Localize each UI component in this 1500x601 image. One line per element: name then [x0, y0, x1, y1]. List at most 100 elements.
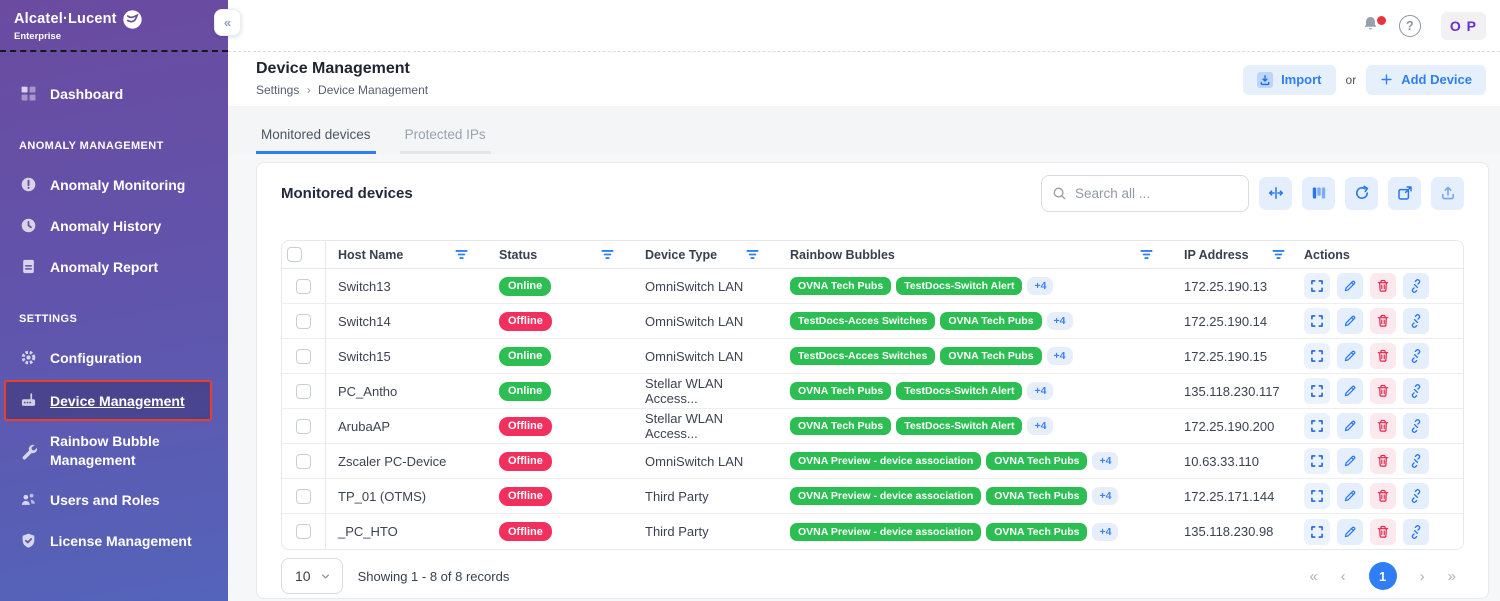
next-page-button[interactable]: › [1420, 568, 1425, 585]
rainbow-bubble-badge: TestDocs-Acces Switches [790, 347, 935, 365]
columns-button[interactable] [1302, 177, 1335, 210]
export-button[interactable] [1431, 177, 1464, 210]
last-page-button[interactable]: » [1448, 568, 1456, 585]
more-bubbles-badge[interactable]: +4 [1027, 382, 1053, 400]
help-button[interactable]: ? [1399, 15, 1421, 37]
user-avatar[interactable]: O P [1441, 12, 1486, 40]
row-checkbox[interactable] [296, 489, 311, 504]
sidebar-item-device-management[interactable]: Device Management [4, 380, 212, 421]
add-device-button[interactable]: Add Device [1366, 65, 1486, 95]
refresh-button[interactable] [1345, 177, 1378, 210]
unlink-icon [1409, 349, 1423, 363]
more-bubbles-badge[interactable]: +4 [1092, 487, 1118, 505]
current-page-button[interactable]: 1 [1369, 562, 1397, 590]
edit-device-button[interactable] [1337, 378, 1363, 404]
filter-icon[interactable] [745, 247, 760, 262]
delete-device-button[interactable] [1370, 308, 1396, 334]
edit-device-button[interactable] [1337, 483, 1363, 509]
breadcrumb-device-management[interactable]: Device Management [318, 83, 428, 97]
device-type-cell: OmniSwitch LAN [633, 279, 778, 294]
edit-device-button[interactable] [1337, 308, 1363, 334]
tab-protected-ips[interactable]: Protected IPs [400, 127, 491, 154]
content-area: Monitored devices [228, 154, 1500, 601]
expand-row-button[interactable] [1304, 343, 1330, 369]
unlink-device-button[interactable] [1403, 343, 1429, 369]
notification-dot [1377, 16, 1386, 25]
filter-icon[interactable] [1139, 247, 1154, 262]
import-button[interactable]: Import [1243, 65, 1335, 95]
sidebar-collapse-button[interactable]: « [214, 9, 241, 36]
select-all-checkbox[interactable] [287, 247, 302, 262]
expand-row-button[interactable] [1304, 413, 1330, 439]
page-size-select[interactable]: 10 [281, 558, 343, 594]
edit-device-button[interactable] [1337, 343, 1363, 369]
device-type-cell: Stellar WLAN Access... [633, 376, 778, 406]
search-input[interactable] [1075, 186, 1238, 201]
delete-device-button[interactable] [1370, 378, 1396, 404]
expand-row-button[interactable] [1304, 519, 1330, 545]
edit-device-button[interactable] [1337, 448, 1363, 474]
first-page-button[interactable]: « [1309, 568, 1317, 585]
row-checkbox[interactable] [296, 314, 311, 329]
filter-icon[interactable] [1271, 247, 1286, 262]
row-checkbox[interactable] [296, 349, 311, 364]
delete-device-button[interactable] [1370, 343, 1396, 369]
row-checkbox[interactable] [296, 419, 311, 434]
sidebar-item-rainbow-bubble-management[interactable]: Rainbow Bubble Management [0, 423, 228, 479]
unlink-device-button[interactable] [1403, 378, 1429, 404]
trash-icon [1376, 419, 1390, 433]
rainbow-bubble-badge: TestDocs-Switch Alert [896, 277, 1022, 295]
more-bubbles-badge[interactable]: +4 [1027, 277, 1053, 295]
delete-device-button[interactable] [1370, 413, 1396, 439]
edit-device-button[interactable] [1337, 519, 1363, 545]
prev-page-button[interactable]: ‹ [1341, 568, 1346, 585]
expand-row-button[interactable] [1304, 483, 1330, 509]
unlink-device-button[interactable] [1403, 273, 1429, 299]
sidebar-item-license-management[interactable]: License Management [0, 520, 228, 561]
more-bubbles-badge[interactable]: +4 [1092, 452, 1118, 470]
more-bubbles-badge[interactable]: +4 [1047, 312, 1073, 330]
edit-pencil-icon [1343, 314, 1357, 328]
ip-address-cell: 172.25.190.13 [1172, 279, 1292, 294]
expand-icon [1310, 525, 1324, 539]
row-checkbox[interactable] [296, 279, 311, 294]
breadcrumb-settings[interactable]: Settings [256, 83, 299, 97]
tab-monitored-devices[interactable]: Monitored devices [256, 127, 376, 154]
open-new-window-button[interactable] [1388, 177, 1421, 210]
delete-device-button[interactable] [1370, 448, 1396, 474]
edit-pencil-icon [1343, 454, 1357, 468]
expand-row-button[interactable] [1304, 378, 1330, 404]
status-badge: Offline [499, 452, 552, 471]
more-bubbles-badge[interactable]: +4 [1092, 523, 1118, 541]
filter-icon[interactable] [600, 247, 615, 262]
delete-device-button[interactable] [1370, 273, 1396, 299]
unlink-device-button[interactable] [1403, 519, 1429, 545]
sidebar-item-users-and-roles[interactable]: Users and Roles [0, 479, 228, 520]
edit-pencil-icon [1343, 489, 1357, 503]
row-checkbox[interactable] [296, 524, 311, 539]
unlink-device-button[interactable] [1403, 448, 1429, 474]
more-bubbles-badge[interactable]: +4 [1027, 417, 1053, 435]
row-checkbox[interactable] [296, 454, 311, 469]
delete-device-button[interactable] [1370, 519, 1396, 545]
unlink-device-button[interactable] [1403, 413, 1429, 439]
edit-device-button[interactable] [1337, 413, 1363, 439]
unlink-device-button[interactable] [1403, 483, 1429, 509]
notifications-button[interactable] [1362, 15, 1379, 37]
delete-device-button[interactable] [1370, 483, 1396, 509]
sidebar-item-anomaly-history[interactable]: Anomaly History [0, 205, 228, 246]
expand-row-button[interactable] [1304, 308, 1330, 334]
rainbow-bubble-badge: TestDocs-Switch Alert [896, 382, 1022, 400]
expand-row-button[interactable] [1304, 273, 1330, 299]
filter-icon[interactable] [454, 247, 469, 262]
more-bubbles-badge[interactable]: +4 [1047, 347, 1073, 365]
row-checkbox[interactable] [296, 384, 311, 399]
sidebar-item-configuration[interactable]: Configuration [0, 337, 228, 378]
sidebar-item-anomaly-monitoring[interactable]: Anomaly Monitoring [0, 164, 228, 205]
unlink-device-button[interactable] [1403, 308, 1429, 334]
fit-columns-button[interactable] [1259, 177, 1292, 210]
expand-row-button[interactable] [1304, 448, 1330, 474]
edit-device-button[interactable] [1337, 273, 1363, 299]
sidebar-item-anomaly-report[interactable]: Anomaly Report [0, 246, 228, 287]
sidebar-item-dashboard[interactable]: Dashboard [0, 73, 228, 114]
